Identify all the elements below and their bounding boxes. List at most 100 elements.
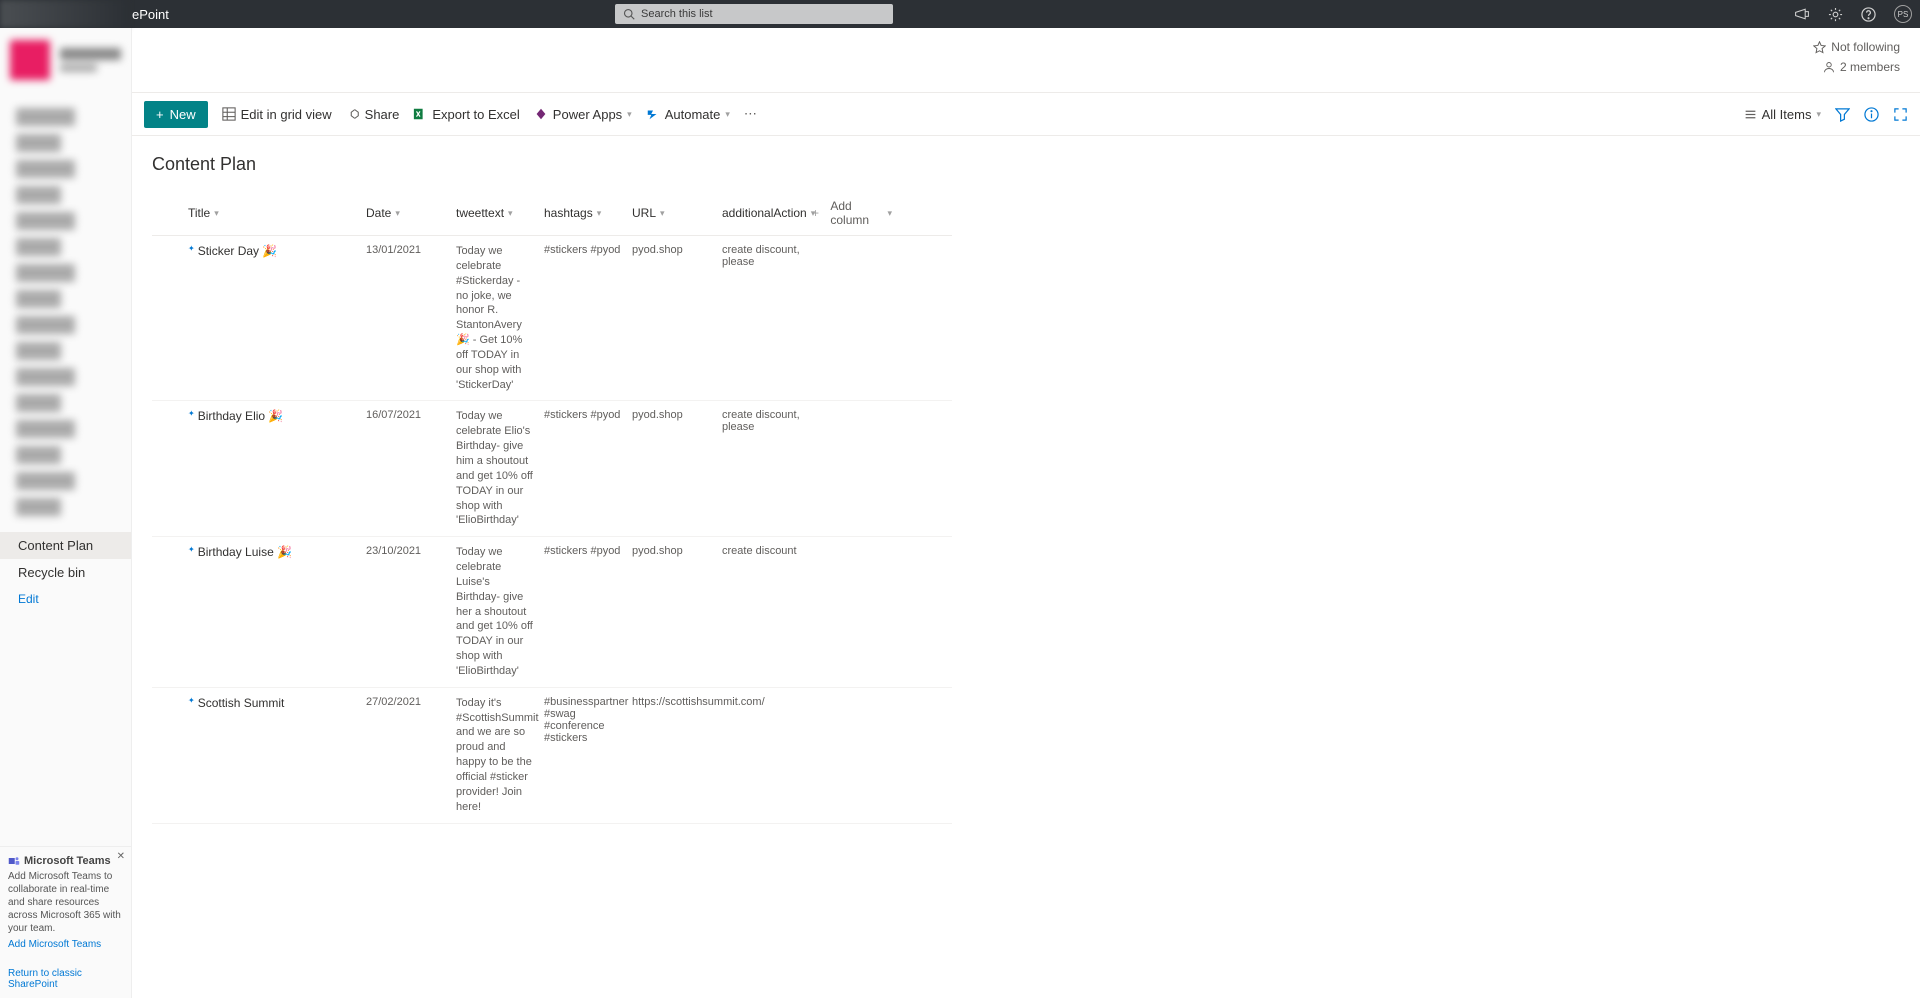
button-label: New xyxy=(170,107,196,122)
app-brand[interactable]: ePoint xyxy=(132,7,169,22)
search-box[interactable]: Search this list xyxy=(615,4,893,24)
filter-icon[interactable] xyxy=(1835,107,1850,122)
new-indicator-icon: ✦ xyxy=(188,244,195,392)
person-icon xyxy=(1823,61,1835,73)
table-row[interactable]: ✦ Scottish Summit 27/02/2021 Today it's … xyxy=(152,688,952,824)
info-icon[interactable] xyxy=(1864,107,1879,122)
sidebar-item-label: Recycle bin xyxy=(18,565,85,580)
col-header-additionalaction[interactable]: additionalAction▾ xyxy=(722,199,812,227)
follow-toggle[interactable]: Not following xyxy=(1813,40,1900,54)
cell-tweettext: Today we celebrate Elio's Birthday- give… xyxy=(456,409,544,528)
search-placeholder: Search this list xyxy=(641,8,713,20)
avatar[interactable]: PS xyxy=(1894,5,1912,23)
col-header-hashtags[interactable]: hashtags ▾ xyxy=(544,199,632,227)
expand-icon[interactable] xyxy=(1893,107,1908,122)
table-row[interactable]: ✦ Sticker Day 🎉 13/01/2021 Today we cele… xyxy=(152,236,952,401)
edit-grid-button[interactable]: Edit in grid view xyxy=(222,107,332,122)
col-header-date[interactable]: Date▾ xyxy=(366,199,456,227)
automate-icon xyxy=(646,107,660,121)
main-area: Not following 2 members + New Edit in gr… xyxy=(132,28,1920,998)
teams-promo-card: ✕ Microsoft Teams Add Microsoft Teams to… xyxy=(0,846,131,958)
more-menu[interactable]: ⋯ xyxy=(744,106,757,122)
cell-url[interactable]: pyod.shop xyxy=(632,409,722,528)
plus-icon: + xyxy=(812,206,819,220)
cell-url[interactable]: pyod.shop xyxy=(632,244,722,392)
new-button[interactable]: + New xyxy=(144,101,208,128)
follow-label: Not following xyxy=(1831,40,1900,54)
avatar-initials: PS xyxy=(1898,10,1909,19)
view-selector[interactable]: All Items ▾ xyxy=(1744,107,1821,122)
cell-date: 27/02/2021 xyxy=(366,696,456,815)
row-selector[interactable] xyxy=(152,545,188,679)
cell-additionalaction: create discount, please xyxy=(722,409,812,528)
button-label: Add column xyxy=(830,199,883,227)
cell-title[interactable]: ✦ Sticker Day 🎉 xyxy=(188,244,366,392)
sidebar-edit-link[interactable]: Edit xyxy=(0,586,131,612)
share-button[interactable]: Share xyxy=(346,107,400,122)
chevron-down-icon: ▾ xyxy=(660,208,665,219)
automate-button[interactable]: Automate ▾ xyxy=(646,107,730,122)
megaphone-icon[interactable] xyxy=(1794,7,1810,21)
chevron-down-icon: ▾ xyxy=(597,208,602,219)
header-label: hashtags xyxy=(544,206,593,220)
header-label: Date xyxy=(366,206,391,220)
command-bar: + New Edit in grid view Share Export to … xyxy=(132,92,1920,136)
sidebar-item-content-plan[interactable]: Content Plan xyxy=(0,532,131,559)
app-name: ePoint xyxy=(132,7,169,22)
decorative-blur xyxy=(60,48,121,60)
close-icon[interactable]: ✕ xyxy=(117,851,125,862)
view-label: All Items xyxy=(1762,107,1812,122)
button-label: Automate xyxy=(665,107,721,122)
cell-title[interactable]: ✦ Scottish Summit xyxy=(188,696,366,815)
new-indicator-icon: ✦ xyxy=(188,696,195,815)
table-row[interactable]: ✦ Birthday Luise 🎉 23/10/2021 Today we c… xyxy=(152,537,952,688)
cell-title[interactable]: ✦ Birthday Elio 🎉 xyxy=(188,409,366,528)
cell-hashtags: #stickers #pyod xyxy=(544,409,632,528)
title-text: Microsoft Teams xyxy=(24,855,111,867)
row-selector[interactable] xyxy=(152,244,188,392)
cell-hashtags: #stickers #pyod xyxy=(544,244,632,392)
cell-additionalaction: create discount xyxy=(722,545,812,679)
powerapps-button[interactable]: Power Apps ▾ xyxy=(534,107,632,122)
return-classic-link[interactable]: Return to classic SharePoint xyxy=(8,968,131,990)
new-indicator-icon: ✦ xyxy=(188,545,195,679)
teams-icon xyxy=(8,855,20,867)
title-text: Scottish Summit xyxy=(198,696,285,815)
global-topbar: ePoint Search this list PS xyxy=(0,0,1920,28)
new-indicator-icon: ✦ xyxy=(188,409,195,528)
cell-hashtags: #businesspartner #swag #conference #stic… xyxy=(544,696,632,815)
add-teams-link[interactable]: Add Microsoft Teams xyxy=(8,939,123,950)
row-selector[interactable] xyxy=(152,696,188,815)
share-icon xyxy=(346,107,360,121)
sidebar-item-recycle-bin[interactable]: Recycle bin xyxy=(0,559,131,586)
help-icon[interactable] xyxy=(1861,7,1876,22)
cell-url[interactable]: https://scottishsummit.com/ xyxy=(632,696,722,815)
search-icon xyxy=(623,8,635,20)
decorative-blur xyxy=(0,0,128,28)
col-header-tweettext[interactable]: tweettext▾ xyxy=(456,199,544,227)
add-column-button[interactable]: + Add column ▾ xyxy=(812,199,892,227)
topbar-right: PS xyxy=(1794,0,1912,28)
table-row[interactable]: ✦ Birthday Elio 🎉 16/07/2021 Today we ce… xyxy=(152,401,952,537)
cell-url[interactable]: pyod.shop xyxy=(632,545,722,679)
col-header-url[interactable]: URL▾ xyxy=(632,199,722,227)
export-excel-button[interactable]: Export to Excel xyxy=(413,107,519,122)
button-label: Edit in grid view xyxy=(241,107,332,122)
cell-additionalaction xyxy=(722,696,812,815)
chevron-down-icon: ▾ xyxy=(887,208,892,219)
header-right: Not following 2 members xyxy=(1813,40,1900,80)
teams-card-desc: Add Microsoft Teams to collaborate in re… xyxy=(8,870,123,935)
header-label: Title xyxy=(188,206,210,220)
gear-icon[interactable] xyxy=(1828,7,1843,22)
decorative-blur xyxy=(60,64,97,72)
row-selector[interactable] xyxy=(152,409,188,528)
title-text: Birthday Luise 🎉 xyxy=(198,545,292,679)
chevron-down-icon: ▾ xyxy=(725,109,730,120)
members-link[interactable]: 2 members xyxy=(1813,60,1900,74)
site-logo xyxy=(10,40,50,80)
header-label: additionalAction xyxy=(722,206,807,220)
list-content: Content Plan Title▾ Date▾ tweettext▾ has… xyxy=(132,136,1920,842)
cell-title[interactable]: ✦ Birthday Luise 🎉 xyxy=(188,545,366,679)
table-header: Title▾ Date▾ tweettext▾ hashtags▾ URL▾ a… xyxy=(152,191,952,236)
col-header-title[interactable]: Title▾ xyxy=(188,199,366,227)
